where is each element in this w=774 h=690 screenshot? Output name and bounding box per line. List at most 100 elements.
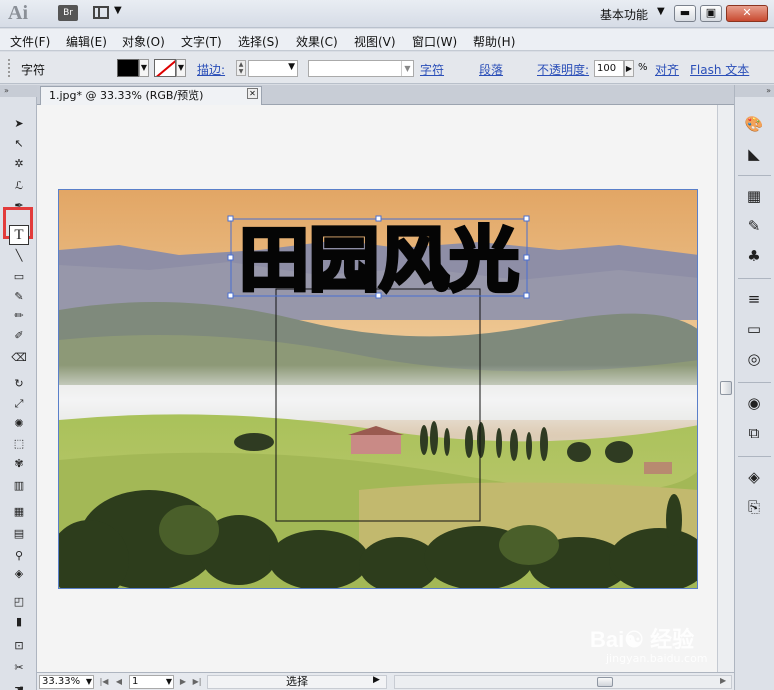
chevron-right-icon[interactable]: ▶ — [373, 675, 380, 685]
rotate-tool[interactable]: ↻ — [8, 375, 30, 393]
artboard-tool[interactable]: ⊡ — [8, 637, 30, 655]
color-panel-icon[interactable]: 🎨 — [742, 113, 766, 135]
stroke-link[interactable]: 描边: — [197, 61, 225, 78]
stroke-panel-icon[interactable]: ≡ — [742, 288, 766, 310]
menu-help[interactable]: 帮助(H) — [473, 33, 515, 50]
magic-wand-tool[interactable]: ✲ — [8, 155, 30, 173]
stroke-weight-stepper[interactable]: ▲ ▼ — [236, 60, 246, 76]
chevron-down-icon[interactable]: ▼ — [288, 62, 295, 72]
maximize-button[interactable]: ▣ — [700, 5, 722, 22]
opacity-input[interactable]: 100 — [594, 60, 624, 77]
scroll-right-icon[interactable]: ▶ — [720, 676, 726, 685]
document-canvas[interactable]: 田园风光 — [37, 105, 717, 672]
close-icon[interactable]: ✕ — [247, 88, 258, 99]
layers-panel-icon[interactable]: ◈ — [742, 466, 766, 488]
eyedropper-tool[interactable]: ⚲ — [8, 547, 30, 565]
paragraph-link[interactable]: 段落 — [479, 61, 503, 78]
scrollbar-thumb[interactable] — [597, 677, 613, 687]
live-paint-bucket-tool[interactable]: ◰ — [8, 593, 30, 611]
menu-type[interactable]: 文字(T) — [181, 33, 222, 50]
color-guide-panel-icon[interactable]: ◣ — [742, 143, 766, 165]
align-link[interactable]: 对齐 — [655, 61, 679, 78]
gradient-tool[interactable]: ▤ — [8, 525, 30, 543]
minimize-button[interactable]: ▬ — [674, 5, 696, 22]
warp-tool[interactable]: ✺ — [8, 415, 30, 433]
column-graph-tool[interactable]: ▥ — [8, 477, 30, 495]
status-display[interactable]: 选择 — [207, 675, 387, 689]
fill-color-swatch[interactable] — [117, 59, 139, 77]
menu-effect[interactable]: 效果(C) — [296, 33, 338, 50]
scale-tool[interactable]: ⤢ — [8, 395, 30, 413]
artboards-panel-icon[interactable]: ⎘ — [742, 496, 766, 518]
character-link[interactable]: 字符 — [420, 61, 444, 78]
menu-view[interactable]: 视图(V) — [354, 33, 396, 50]
rectangle-tool[interactable]: ▭ — [8, 268, 30, 286]
slice-tool[interactable]: ✂ — [8, 659, 30, 677]
menu-file[interactable]: 文件(F) — [10, 33, 50, 50]
stroke-color-swatch[interactable] — [154, 59, 176, 77]
brushes-panel-icon[interactable]: ✎ — [742, 215, 766, 237]
chevron-down-icon[interactable]: ▼ — [176, 59, 186, 77]
panel-grip[interactable] — [8, 59, 12, 77]
symbols-panel-icon[interactable]: ♣ — [742, 245, 766, 267]
panel-separator — [738, 278, 771, 279]
font-family-field[interactable]: ▼ — [308, 60, 414, 77]
stroke-weight-field[interactable]: ▼ — [248, 60, 298, 77]
gradient-panel-icon[interactable]: ▭ — [742, 318, 766, 340]
eraser-tool[interactable]: ⌫ — [8, 349, 30, 367]
blob-brush-tool[interactable]: ✐ — [8, 327, 30, 345]
collapse-panel-icon[interactable]: » — [0, 85, 37, 97]
chevron-down-icon[interactable]: ▼ — [166, 676, 172, 688]
pencil-tool[interactable]: ✏ — [8, 307, 30, 325]
title-bar: Ai Br ▼ 基本功能 ▼ ▬ ▣ ✕ — [0, 0, 774, 28]
lasso-tool[interactable]: ℒ — [8, 177, 30, 195]
free-transform-tool[interactable]: ⬚ — [8, 435, 30, 453]
opacity-link[interactable]: 不透明度: — [537, 61, 589, 78]
artboard-image[interactable]: 田园风光 — [58, 189, 698, 589]
horizontal-scrollbar[interactable]: ▶ — [394, 675, 732, 689]
blend-tool[interactable]: ◈ — [8, 565, 30, 583]
direct-selection-tool[interactable]: ↖ — [8, 135, 30, 153]
document-tab[interactable]: 1.jpg* @ 33.33% (RGB/预览) — [40, 86, 262, 105]
selection-tool[interactable]: ➤ — [8, 115, 30, 133]
type-tool[interactable]: T — [9, 225, 29, 245]
hand-tool[interactable]: ☚ — [8, 681, 30, 690]
menu-window[interactable]: 窗口(W) — [412, 33, 457, 50]
first-artboard-button[interactable]: |◀ — [98, 675, 110, 689]
scrollbar-thumb[interactable] — [720, 381, 732, 395]
artwork-text[interactable]: 田园风光 — [237, 217, 521, 303]
menu-object[interactable]: 对象(O) — [122, 33, 165, 50]
next-artboard-button[interactable]: ▶ — [177, 675, 189, 689]
previous-artboard-button[interactable]: ◀ — [113, 675, 125, 689]
vertical-scrollbar[interactable] — [717, 105, 734, 672]
swatches-panel-icon[interactable]: ▦ — [742, 185, 766, 207]
flash-text-link[interactable]: Flash 文本 — [690, 61, 749, 78]
close-button[interactable]: ✕ — [726, 5, 768, 22]
chevron-down-icon[interactable]: ▼ — [139, 59, 149, 77]
chevron-right-icon[interactable]: ▶ — [624, 60, 634, 77]
line-segment-tool[interactable]: ╲ — [8, 247, 30, 265]
menu-edit[interactable]: 编辑(E) — [66, 33, 107, 50]
arrange-documents-icon — [93, 6, 109, 19]
symbol-sprayer-tool[interactable]: ✾ — [8, 455, 30, 473]
pen-tool[interactable]: ✒ — [8, 197, 30, 215]
mesh-tool[interactable]: ▦ — [8, 503, 30, 521]
paintbrush-tool[interactable]: ✎ — [8, 288, 30, 306]
workspace-switcher[interactable]: 基本功能 — [600, 6, 648, 23]
control-bar: 字符 ▼ ▼ 描边: ▲ ▼ ▼ ▼ 字符 段落 不透明度: 100 ▶ % 对齐… — [0, 52, 774, 84]
chevron-down-icon[interactable]: ▼ — [401, 61, 413, 76]
transparency-panel-icon[interactable]: ◎ — [742, 348, 766, 370]
collapse-panel-icon[interactable]: » — [735, 85, 774, 97]
artboard-number-field[interactable]: 1 ▼ — [129, 675, 174, 689]
panel-separator — [738, 175, 771, 176]
appearance-panel-icon[interactable]: ◉ — [742, 392, 766, 414]
graphic-styles-panel-icon[interactable]: ⧉ — [742, 422, 766, 444]
arrange-documents-button[interactable]: ▼ — [93, 5, 123, 21]
last-artboard-button[interactable]: ▶| — [191, 675, 203, 689]
zoom-field[interactable]: 33.33% ▼ — [39, 675, 94, 689]
chevron-down-icon[interactable]: ▼ — [86, 676, 92, 688]
chevron-down-icon[interactable]: ▼ — [657, 6, 665, 17]
graph-tool[interactable]: ▮ — [8, 613, 30, 631]
menu-select[interactable]: 选择(S) — [238, 33, 279, 50]
bridge-button[interactable]: Br — [58, 5, 78, 21]
